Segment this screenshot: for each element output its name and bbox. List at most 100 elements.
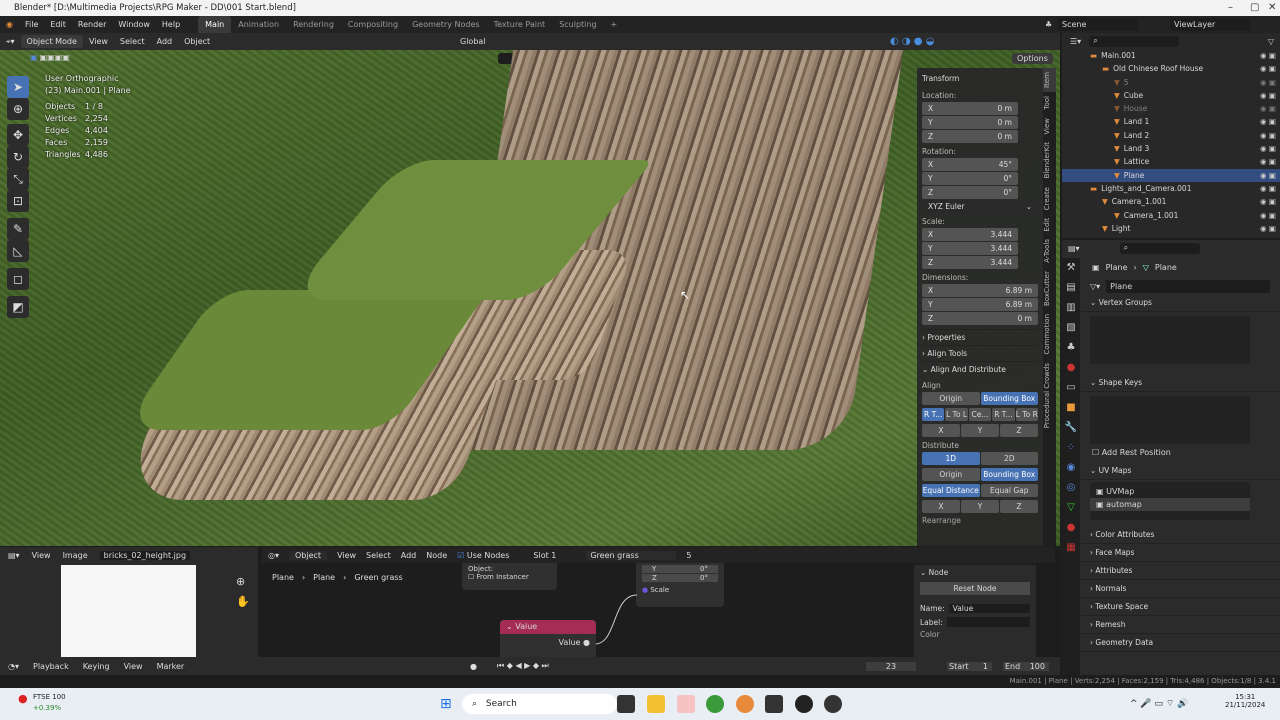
scene-selector[interactable]: Scene [1058, 18, 1138, 31]
constraints-tab-icon[interactable]: ◎ [1062, 478, 1080, 498]
editor-type-icon[interactable]: ⌖▾ [0, 33, 21, 50]
viewlayer-selector[interactable]: ViewLayer [1170, 18, 1250, 31]
playback-controls[interactable]: ⏮ ◆ ◀ ▶ ◆ ⏭ [497, 661, 549, 671]
sidebar-tab[interactable]: Procedural Crowds [1043, 359, 1056, 432]
view-layer-tab-icon[interactable]: ▧ [1062, 318, 1080, 338]
distribute-origin-button[interactable]: Origin [922, 468, 980, 481]
select-mode-icons[interactable]: ▣ ▣▣▣▣ [30, 53, 70, 62]
align-rt-button[interactable]: R T... [922, 408, 945, 421]
image-selector[interactable]: bricks_02_height.jpg [99, 550, 191, 560]
outliner-search-input[interactable]: ⌕ [1089, 35, 1180, 47]
visibility-eye-icon[interactable]: ◉ ▣ [1260, 102, 1276, 115]
windows-start-icon[interactable]: ⊞ [440, 696, 452, 712]
display-mode-icon[interactable]: ☰▾ [1070, 37, 1081, 46]
move-tool[interactable]: ✥ [7, 124, 29, 146]
visibility-eye-icon[interactable]: ◉ ▣ [1260, 142, 1276, 155]
particles-tab-icon[interactable]: ⁘ [1062, 438, 1080, 458]
socket-value[interactable]: 0° [700, 565, 708, 573]
vertex-groups-panel[interactable]: ⌄ Vertex Groups [1062, 294, 1280, 312]
align-origin-button[interactable]: Origin [922, 392, 980, 405]
visibility-eye-icon[interactable]: ◉ ▣ [1260, 155, 1276, 168]
properties-section[interactable]: › Remesh [1062, 616, 1280, 634]
uv-maps-list[interactable]: ▣ UVMap ▣ automap [1090, 482, 1250, 520]
node-menu-select[interactable]: Select [366, 551, 391, 560]
vp-menu-add[interactable]: Add [151, 33, 179, 50]
shader-node-editor[interactable]: ◎▾ Object View Select Add Node ☑ Use Nod… [262, 547, 1055, 657]
align-rt2-button[interactable]: R T... [992, 408, 1015, 421]
end-frame-field[interactable]: End 100 [1003, 661, 1049, 671]
file-explorer-icon[interactable] [647, 695, 665, 713]
visibility-eye-icon[interactable]: ◉ ▣ [1260, 222, 1276, 235]
transform-panel-header[interactable]: Transform [922, 71, 1038, 87]
data-tab-icon[interactable]: ▽ [1062, 498, 1080, 518]
visibility-eye-icon[interactable]: ◉ ▣ [1260, 209, 1276, 222]
texcoord-node[interactable]: Object: ☐ From Instancer [462, 563, 557, 590]
menu-render[interactable]: Render [72, 16, 112, 33]
taskbar-search[interactable]: ⌕ Search [462, 694, 617, 714]
scale-field-y[interactable]: Y 3.444 [922, 242, 1018, 255]
outliner-item[interactable]: ▼ Land 2 ◉ ▣ [1062, 129, 1280, 142]
start-frame-field[interactable]: Start 1 [947, 661, 992, 671]
scale-field-z[interactable]: Z 3.444 [922, 256, 1018, 269]
tab-geometry-nodes[interactable]: Geometry Nodes [405, 16, 486, 33]
distribute-2d-button[interactable]: 2D [980, 452, 1038, 465]
dimensions-field-y[interactable]: Y 6.89 m [922, 298, 1038, 311]
blender-taskbar-icon[interactable] [736, 695, 754, 713]
zoom-icon[interactable]: ⊕ [236, 575, 245, 588]
marker-menu[interactable]: Marker [157, 662, 185, 671]
reset-node-button[interactable]: Reset Node [920, 582, 1030, 595]
blender-logo-icon[interactable]: ◉ [0, 16, 19, 33]
keying-menu[interactable]: Keying [83, 662, 110, 671]
properties-section[interactable]: › Texture Space [1062, 598, 1280, 616]
output-tab-icon[interactable]: ▥ [1062, 298, 1080, 318]
texture-tab-icon[interactable]: ▦ [1062, 538, 1080, 558]
sidebar-tab[interactable]: BoxCutter [1043, 267, 1056, 310]
orientation-dropdown[interactable]: Global [460, 37, 486, 46]
chrome-icon[interactable] [706, 695, 724, 713]
visibility-eye-icon[interactable]: ◉ ▣ [1260, 49, 1276, 62]
clock[interactable]: 15:31 21/11/2024 [1225, 693, 1265, 709]
breadcrumb-object[interactable]: Plane [1106, 263, 1128, 272]
scene-tab-icon[interactable]: ♣ [1062, 338, 1080, 358]
3d-viewport[interactable]: ▣▣▣▣▣ brick Options ➤ ⊕ ✥ ↻ ⤡ ⊡ ✎ ◺ ◻ ◩ … [0, 50, 1060, 546]
sidebar-tab[interactable]: BlenderKit [1043, 138, 1056, 182]
outliner-item[interactable]: ▬ Old Chinese Roof House ◉ ▣ [1062, 62, 1280, 75]
tab-compositing[interactable]: Compositing [341, 16, 405, 33]
align-distribute-panel-header[interactable]: ⌄ Align And Distribute [922, 361, 1038, 377]
from-instancer-checkbox[interactable]: ☐ From Instancer [468, 573, 551, 581]
vp-menu-select[interactable]: Select [114, 33, 151, 50]
visibility-eye-icon[interactable]: ◉ ▣ [1260, 115, 1276, 128]
value-output-socket[interactable]: Value [559, 638, 581, 647]
outliner-item[interactable]: ▼ 5 ◉ ▣ [1062, 76, 1280, 89]
visibility-eye-icon[interactable]: ◉ ▣ [1260, 76, 1276, 89]
equal-gap-button[interactable]: Equal Gap [980, 484, 1038, 497]
align-ltol-button[interactable]: L To L [945, 408, 968, 421]
shader-type-dropdown[interactable]: Object [289, 550, 328, 560]
shape-keys-panel[interactable]: ⌄ Shape Keys [1062, 374, 1280, 392]
distribute-bbox-button[interactable]: Bounding Box [980, 468, 1038, 481]
breadcrumb-object[interactable]: Plane [272, 573, 294, 582]
record-button[interactable]: ● [470, 662, 477, 671]
color-panel-header[interactable]: Color [920, 630, 1030, 639]
align-x-button[interactable]: X [922, 424, 960, 437]
world-tab-icon[interactable]: ● [1062, 358, 1080, 378]
scale-socket[interactable]: Scale [650, 586, 669, 594]
app-icon[interactable] [677, 695, 695, 713]
outliner-item[interactable]: ▼ Camera_1.001 ◉ ▣ [1062, 209, 1280, 222]
distribute-1d-button[interactable]: 1D [922, 452, 980, 465]
scale-tool[interactable]: ⤡ [7, 168, 29, 190]
rotation-field-x[interactable]: X 45° [922, 158, 1018, 171]
editor-type-icon[interactable]: ◎▾ [268, 551, 279, 560]
outliner-item[interactable]: ▼ Plane ◉ ▣ [1062, 168, 1280, 182]
measure-tool[interactable]: ◺ [7, 240, 29, 262]
node-menu-add[interactable]: Add [401, 551, 417, 560]
sidebar-tab[interactable]: A-Tools [1043, 235, 1056, 267]
editor-type-icon[interactable]: ◔▾ [8, 662, 19, 671]
align-tools-panel-header[interactable]: › Align Tools [922, 345, 1038, 361]
node-panel-header[interactable]: ⌄ Node [920, 568, 1030, 577]
select-box-tool[interactable]: ➤ [7, 76, 29, 98]
collection-tab-icon[interactable]: ▭ [1062, 378, 1080, 398]
properties-section[interactable]: › Color Attributes [1062, 526, 1280, 544]
outliner-item[interactable]: ▬ Main.001 ◉ ▣ [1062, 49, 1280, 62]
socket-value[interactable]: 0° [700, 574, 708, 582]
